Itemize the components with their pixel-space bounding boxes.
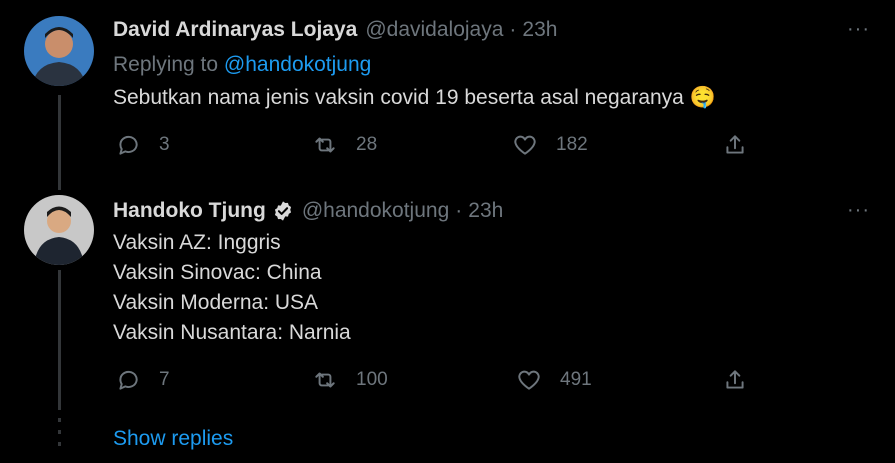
like-button[interactable]: 491 bbox=[516, 367, 592, 393]
share-button[interactable] bbox=[722, 132, 748, 158]
tweet-line: Vaksin AZ: Inggris bbox=[113, 231, 281, 254]
retweet-icon bbox=[315, 137, 335, 153]
thread-dots bbox=[58, 418, 61, 446]
replying-handle-link[interactable]: @handokotjung bbox=[224, 53, 371, 76]
reply-button[interactable]: 3 bbox=[115, 132, 170, 158]
reply-count: 7 bbox=[159, 369, 170, 390]
author-name[interactable]: David Ardinaryas Lojaya bbox=[113, 18, 357, 42]
tweet-line: Vaksin Nusantara: Narnia bbox=[113, 321, 351, 344]
more-options-icon[interactable]: ··· bbox=[847, 199, 870, 222]
retweet-icon bbox=[315, 372, 335, 388]
tweet-line: Vaksin Sinovac: China bbox=[113, 261, 322, 284]
replying-to: Replying to @handokotjung bbox=[113, 53, 371, 77]
show-replies-link[interactable]: Show replies bbox=[113, 427, 233, 451]
like-count: 182 bbox=[556, 134, 588, 155]
more-options-icon[interactable]: ··· bbox=[847, 18, 870, 41]
timestamp[interactable]: 23h bbox=[522, 18, 557, 42]
retweet-count: 28 bbox=[356, 134, 378, 155]
tweet-line: Vaksin Moderna: USA bbox=[113, 291, 319, 314]
retweet-count: 100 bbox=[356, 369, 388, 390]
author-name[interactable]: Handoko Tjung bbox=[113, 199, 266, 223]
share-icon bbox=[726, 370, 744, 389]
timestamp[interactable]: 23h bbox=[468, 199, 503, 223]
author-handle[interactable]: @davidalojaya bbox=[365, 18, 503, 42]
share-icon bbox=[726, 135, 744, 154]
reply-count: 3 bbox=[159, 134, 170, 155]
tweet-header: Handoko Tjung @handokotjung · 23h bbox=[113, 199, 503, 223]
reply-icon bbox=[119, 135, 138, 155]
separator-dot: · bbox=[509, 18, 517, 41]
share-button[interactable] bbox=[722, 367, 748, 393]
drooling-emoji-icon: 🤤 bbox=[689, 86, 716, 109]
tweet-text: Sebutkan nama jenis vaksin covid 19 bese… bbox=[113, 83, 716, 113]
reply-button[interactable]: 7 bbox=[115, 367, 170, 393]
like-button[interactable]: 182 bbox=[512, 132, 588, 158]
heart-icon bbox=[518, 370, 540, 390]
heart-icon bbox=[514, 135, 536, 155]
replying-prefix: Replying to bbox=[113, 53, 219, 76]
retweet-button[interactable]: 28 bbox=[312, 132, 377, 158]
separator-dot: · bbox=[455, 199, 463, 222]
tweet-header: David Ardinaryas Lojaya @davidalojaya · … bbox=[113, 18, 557, 42]
thread-line-2 bbox=[58, 270, 61, 410]
author-handle[interactable]: @handokotjung bbox=[302, 199, 449, 223]
retweet-button[interactable]: 100 bbox=[312, 367, 388, 393]
avatar[interactable] bbox=[24, 16, 94, 86]
reply-icon bbox=[119, 370, 138, 390]
like-count: 491 bbox=[560, 369, 592, 390]
thread-line bbox=[58, 95, 61, 190]
tweet-body: Sebutkan nama jenis vaksin covid 19 bese… bbox=[113, 86, 684, 109]
verified-badge-icon bbox=[274, 201, 291, 221]
avatar[interactable] bbox=[24, 195, 94, 265]
